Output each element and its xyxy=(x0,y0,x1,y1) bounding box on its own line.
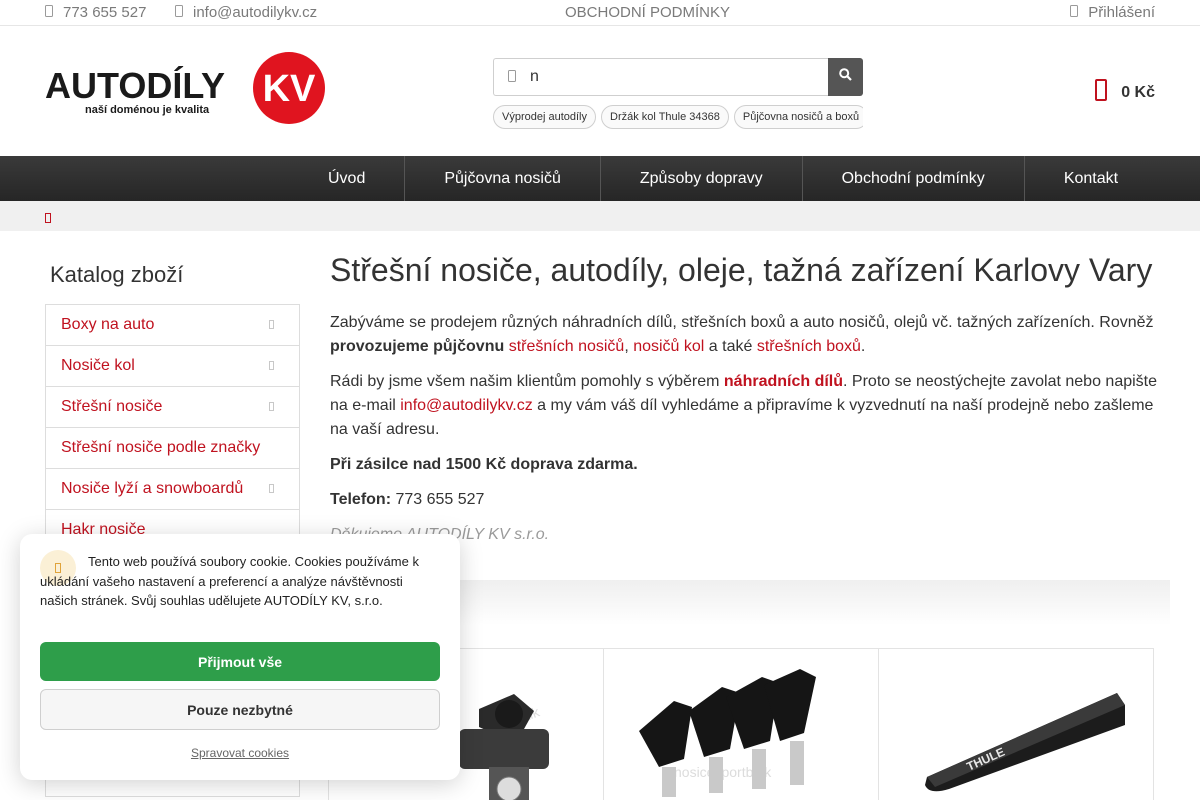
intro-text: a také xyxy=(704,338,757,355)
cart[interactable]: 0 Kč xyxy=(1095,79,1155,106)
help-text: Rádi by jsme všem našim klientům pomohly… xyxy=(330,373,724,390)
manage-cookies-link[interactable]: Spravovat cookies xyxy=(20,746,460,760)
page-title: Střešní nosiče, autodíly, oleje, tažná z… xyxy=(330,252,1153,288)
top-terms-link[interactable]: OBCHODNÍ PODMÍNKY xyxy=(565,4,730,21)
top-email-text: info@autodilykv.cz xyxy=(193,4,318,21)
login-link[interactable]: Přihlášení xyxy=(1070,4,1155,21)
nav-item-kontakt[interactable]: Kontakt xyxy=(1025,156,1157,201)
search-tag[interactable]: Půjčovna nosičů a boxů xyxy=(733,105,863,129)
chevron-right-icon xyxy=(269,360,274,372)
catalog-item-label: Nosiče lyží a snowboardů xyxy=(61,480,244,497)
product-card[interactable]: THULE xyxy=(878,648,1154,800)
home-icon[interactable] xyxy=(45,210,55,223)
product-image-feet: nosicesportbalk xyxy=(639,669,816,797)
phone-label: Telefon: xyxy=(330,491,392,508)
catalog-item-stresni[interactable]: Střešní nosiče xyxy=(46,387,299,428)
catalog-item-label: Boxy na auto xyxy=(61,316,155,333)
catalog-item-label: Střešní nosiče podle značky xyxy=(61,439,261,456)
catalog-item-stresni-znacky[interactable]: Střešní nosiče podle značky xyxy=(46,428,299,469)
phone-icon xyxy=(45,5,53,20)
link-nosice-kol[interactable]: nosičů kol xyxy=(633,338,704,355)
catalog-item-nosice-kol[interactable]: Nosiče kol xyxy=(46,346,299,387)
top-phone-text: 773 655 527 xyxy=(63,4,147,21)
main-content: Střešní nosiče, autodíly, oleje, tažná z… xyxy=(330,252,1160,558)
search-input[interactable]: n xyxy=(493,58,828,96)
chevron-right-icon xyxy=(269,483,274,495)
chevron-right-icon xyxy=(269,319,274,331)
search-bar: n xyxy=(493,58,863,96)
breadcrumb xyxy=(0,201,1200,231)
product-card[interactable]: nosicesportbalk xyxy=(603,648,879,800)
search-suggestions: Výprodej autodíly Držák kol Thule 34368 … xyxy=(493,105,863,129)
search-value: n xyxy=(530,68,539,85)
intro-text: . xyxy=(860,338,866,355)
nav-item-podminky[interactable]: Obchodní podmínky xyxy=(803,156,1025,201)
mail-icon xyxy=(175,5,183,20)
top-terms-text: OBCHODNÍ PODMÍNKY xyxy=(565,4,731,21)
top-phone[interactable]: 773 655 527 xyxy=(45,4,146,21)
cookie-text: Tento web používá soubory cookie. Cookie… xyxy=(40,554,419,608)
search-tag[interactable]: Výprodej autodíly xyxy=(493,105,596,129)
necessary-only-button[interactable]: Pouze nezbytné xyxy=(40,689,440,730)
help-paragraph: Rádi by jsme všem našim klientům pomohly… xyxy=(330,370,1160,442)
user-icon xyxy=(1070,5,1079,20)
phone-line: Telefon: 773 655 527 xyxy=(330,488,1160,512)
link-stresni-nosice[interactable]: střešních nosičů xyxy=(509,338,625,355)
main-nav: Úvod Půjčovna nosičů Způsoby dopravy Obc… xyxy=(0,156,1200,201)
search-icon xyxy=(839,68,852,86)
search-button[interactable] xyxy=(828,58,863,96)
catalog-title: Katalog zboží xyxy=(50,262,184,287)
chevron-right-icon xyxy=(269,401,274,413)
logo-badge: KV xyxy=(263,68,316,110)
catalog-item-label: Střešní nosiče xyxy=(61,398,163,415)
logo-tagline: naší doménou je kvalita xyxy=(85,104,210,116)
login-text: Přihlášení xyxy=(1088,4,1155,21)
accept-all-button[interactable]: Přijmout vše xyxy=(40,642,440,681)
search-field-icon xyxy=(508,69,516,85)
search-tag[interactable]: Držák kol Thule 34368 xyxy=(601,105,729,129)
cookie-consent-dialog: Tento web používá soubory cookie. Cookie… xyxy=(20,534,460,780)
link-nahradni-dily[interactable]: náhradních dílů xyxy=(724,373,843,390)
intro-text: , xyxy=(624,338,634,355)
catalog-item-label: Nosiče kol xyxy=(61,357,135,374)
top-email[interactable]: info@autodilykv.cz xyxy=(175,4,317,21)
cart-icon xyxy=(1095,79,1108,106)
link-email[interactable]: info@autodilykv.cz xyxy=(400,397,532,414)
header: AUTODÍLY naší doménou je kvalita KV n Vý… xyxy=(0,26,1200,156)
nav-item-doprava[interactable]: Způsoby dopravy xyxy=(601,156,803,201)
shipping-text: Při zásilce nad 1500 Kč doprava zdarma. xyxy=(330,456,638,473)
catalog-item-boxy[interactable]: Boxy na auto xyxy=(46,305,299,346)
cart-total: 0 Kč xyxy=(1121,83,1155,101)
intro-paragraph: Zabýváme se prodejem různých náhradních … xyxy=(330,311,1160,359)
shipping-note: Při zásilce nad 1500 Kč doprava zdarma. xyxy=(330,453,1160,477)
top-bar: 773 655 527 info@autodilykv.cz OBCHODNÍ … xyxy=(0,0,1200,26)
intro-bold: provozujeme půjčovnu xyxy=(330,338,505,355)
logo[interactable]: AUTODÍLY naší doménou je kvalita KV xyxy=(45,52,325,124)
logo-word: AUTODÍLY xyxy=(45,65,225,106)
nav-item-uvod[interactable]: Úvod xyxy=(289,156,406,201)
phone-value: 773 655 527 xyxy=(391,491,485,508)
intro-text: Zabýváme se prodejem různých náhradních … xyxy=(330,314,1154,331)
link-stresni-boxy[interactable]: střešních boxů xyxy=(757,338,861,355)
nav-item-pujcovna[interactable]: Půjčovna nosičů xyxy=(405,156,601,201)
catalog-item-lyze[interactable]: Nosiče lyží a snowboardů xyxy=(46,469,299,510)
product-image-bar: THULE xyxy=(925,693,1125,792)
